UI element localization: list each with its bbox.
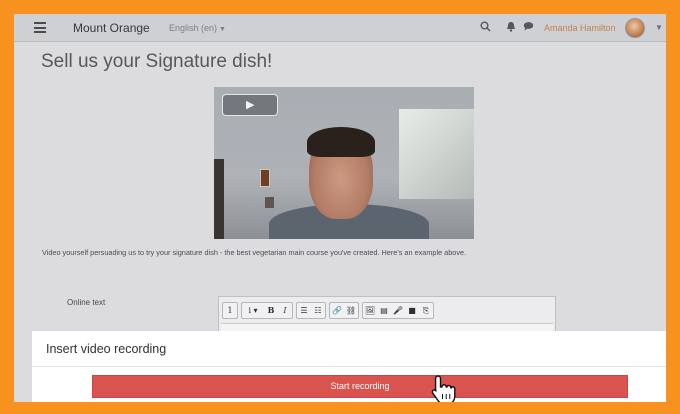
navbar: Mount Orange English (en) ▼ Amanda Hamilt… [14,14,666,42]
language-selector[interactable]: English (en) ▼ [169,23,226,33]
dialog-divider [32,366,666,367]
app-frame: Mount Orange English (en) ▼ Amanda Hamilt… [14,14,666,402]
video-play-button[interactable]: ▶ [222,94,278,116]
record-video-button[interactable]: ■ [405,303,419,318]
unlink-button[interactable]: ⛓ [344,303,358,318]
image-button[interactable]: 🖼 [363,303,377,318]
search-icon[interactable] [480,21,491,35]
assignment-description: Video yourself persuading us to try your… [42,248,467,257]
insert-video-recording-dialog: Insert video recording × Start recording [32,331,666,402]
manage-files-button[interactable]: ⎘ [419,303,433,318]
page-title: Sell us your Signature dish! [41,51,273,72]
italic-button[interactable]: I [278,303,292,318]
toolbar-group-collapse: 1 [222,302,238,319]
editor-toolbar: 1 i ▾ B I ☰ ☷ 🔗 ⛓ 🖼 ▤ 🎤 ■ ⎘ [222,302,434,319]
media-button[interactable]: ▤ [377,303,391,318]
toolbar-group-lists: ☰ ☷ [296,302,326,319]
toolbar-group-style: i ▾ B I [241,302,293,319]
paragraph-style-button[interactable]: i ▾ [242,303,264,318]
site-name[interactable]: Mount Orange [73,21,150,35]
unordered-list-button[interactable]: ☰ [297,303,311,318]
toolbar-group-links: 🔗 ⛓ [329,302,359,319]
link-button[interactable]: 🔗 [330,303,344,318]
close-icon[interactable]: × [665,343,666,354]
hand-pointer-cursor-icon [431,375,456,402]
bold-button[interactable]: B [264,303,278,318]
language-label: English (en) [169,23,218,33]
menu-icon[interactable] [34,22,46,33]
user-menu-chevron-down-icon[interactable]: ▼ [655,23,663,32]
dialog-title: Insert video recording [46,342,167,356]
user-name[interactable]: Amanda Hamilton [544,23,616,33]
video-background-picture [260,169,270,187]
toolbar-group-media: 🖼 ▤ 🎤 ■ ⎘ [362,302,434,319]
avatar[interactable] [625,18,645,38]
messages-chat-icon[interactable] [523,21,534,34]
toolbar-toggle-button[interactable]: 1 [223,303,237,318]
notifications-bell-icon[interactable] [506,21,516,35]
video-background-picture-small [265,197,274,208]
record-audio-button[interactable]: 🎤 [391,303,405,318]
video-background-door [214,159,224,239]
play-icon: ▶ [246,99,255,111]
ordered-list-button[interactable]: ☷ [311,303,325,318]
start-recording-button[interactable]: Start recording [92,375,628,398]
video-background-window [399,109,474,199]
online-text-label: Online text [67,298,106,307]
chevron-down-icon: ▼ [219,26,226,33]
video-person-hair [307,127,375,157]
